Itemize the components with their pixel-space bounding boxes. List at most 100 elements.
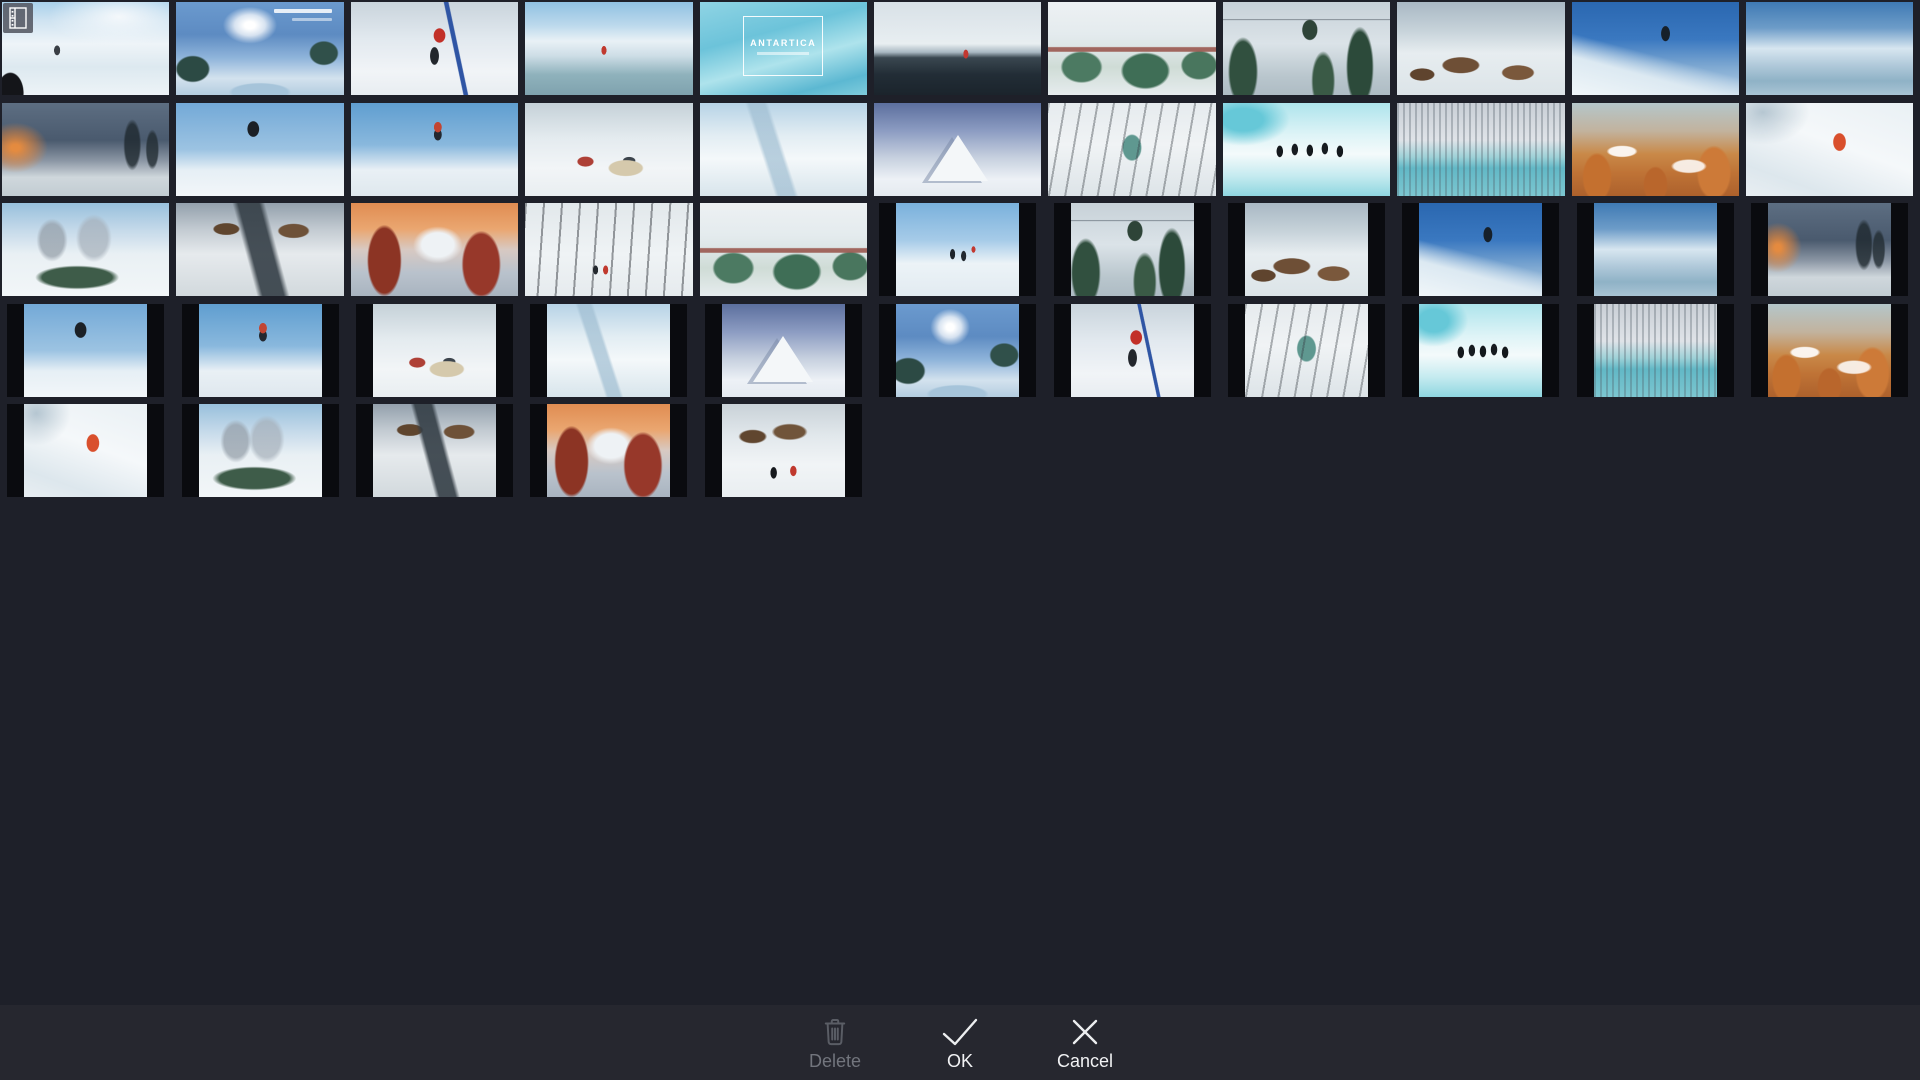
thumbnail-bryce-canyon-snow[interactable] xyxy=(1746,304,1913,397)
thumbnail-frame xyxy=(7,404,164,497)
thumbnail-frame xyxy=(705,404,862,497)
thumbnail-frame xyxy=(1402,304,1559,397)
thumbnail-forest-walkers[interactable] xyxy=(525,203,692,296)
thumbnail-slalom-skier-red[interactable] xyxy=(1048,304,1215,397)
thumbnail-slope-two-skiers[interactable] xyxy=(874,203,1041,296)
castle-through-trees-photo xyxy=(1245,304,1368,397)
sun-over-snowy-trees-photo xyxy=(896,304,1019,397)
bottom-toolbar: Delete OK Cancel xyxy=(0,1005,1920,1080)
mountain-panorama-photo xyxy=(1594,203,1717,296)
thumbnail-frame xyxy=(2,103,169,196)
matterhorn-peak-photo xyxy=(874,103,1041,196)
thumbnail-frame xyxy=(1572,2,1739,95)
thumbnail-snow-covered-cars[interactable] xyxy=(525,103,692,196)
thumbnail-frame xyxy=(874,103,1041,196)
mountain-panorama-photo xyxy=(1746,2,1913,95)
thumbnail-pagoda-sunset[interactable] xyxy=(351,203,518,296)
thumbnail-mountaineer-on-peak[interactable] xyxy=(1572,2,1739,95)
thumbnail-ski-lift-gondola[interactable] xyxy=(1048,203,1215,296)
thumbnail-viaduct-train-fog[interactable] xyxy=(700,203,867,296)
viaduct-train-fog-photo xyxy=(1048,2,1215,95)
thumbnail-snowboarder-jump[interactable] xyxy=(2,304,169,397)
antartica-text-frame: ANTARTICA xyxy=(743,16,823,76)
dolomites-forest-photo xyxy=(2,203,169,296)
thumbnail-matterhorn-peak[interactable] xyxy=(874,103,1041,196)
thumbnail-sunset-snowy-valley[interactable] xyxy=(1746,203,1913,296)
powder-skier-red-photo xyxy=(24,404,147,497)
thumbnail-frame xyxy=(530,304,687,397)
thumbnail-powder-skier-red[interactable] xyxy=(1746,103,1913,196)
thumbnail-matterhorn-peak[interactable] xyxy=(700,304,867,397)
thumbnail-viaduct-train-fog[interactable] xyxy=(1048,2,1215,95)
thumbnail-glacier-pass-hikers[interactable] xyxy=(525,304,692,397)
thumbnail-antartica-iceberg[interactable]: ANTARTICA xyxy=(700,2,867,95)
thumbnail-snowboarder-jump[interactable] xyxy=(176,103,343,196)
thumbnail-village-walkers[interactable] xyxy=(700,404,867,497)
thumbnail-snow-covered-cars[interactable] xyxy=(351,304,518,397)
thumbnail-mountain-panorama[interactable] xyxy=(1572,203,1739,296)
thumbnail-castle-through-trees[interactable] xyxy=(1048,103,1215,196)
thumbnail-frame xyxy=(351,103,518,196)
delete-label: Delete xyxy=(809,1052,861,1070)
thumbnail-ski-lift-gondola[interactable] xyxy=(1223,2,1390,95)
thumbnail-dolomites-forest[interactable] xyxy=(176,404,343,497)
thumbnail-winter-lake-reflection[interactable] xyxy=(874,2,1041,95)
ok-button[interactable]: OK xyxy=(910,1005,1010,1080)
thumbnail-frame xyxy=(1751,304,1908,397)
thumbnail-frame xyxy=(176,2,343,95)
thumbnail-frame xyxy=(700,203,867,296)
thumbnail-sun-over-snowy-trees[interactable] xyxy=(874,304,1041,397)
thumbnail-freestyle-jumper-village[interactable] xyxy=(176,304,343,397)
thumbnail-bryce-canyon-snow[interactable] xyxy=(1572,103,1739,196)
thumbnail-penguins-on-ice[interactable] xyxy=(1223,103,1390,196)
thumbnail-slalom-skier-red[interactable] xyxy=(351,2,518,95)
cancel-button[interactable]: Cancel xyxy=(1035,1005,1135,1080)
delete-button[interactable]: Delete xyxy=(785,1005,885,1080)
freestyle-jumper-village-photo xyxy=(199,304,322,397)
bryce-canyon-snow-photo xyxy=(1572,103,1739,196)
thumbnail-mountain-panorama[interactable] xyxy=(1746,2,1913,95)
thumbnail-frame xyxy=(879,304,1036,397)
thumbnail-sunset-snowy-valley[interactable] xyxy=(2,103,169,196)
thumbnail-dolomites-forest[interactable] xyxy=(2,203,169,296)
mountaineer-on-peak-photo xyxy=(1419,203,1542,296)
check-icon xyxy=(940,1015,980,1047)
mountain-valley-hiker-photo xyxy=(525,2,692,95)
slalom-skier-red-photo xyxy=(351,2,518,95)
sunset-snowy-valley-photo xyxy=(1768,203,1891,296)
thumbnail-freestyle-jumper-village[interactable] xyxy=(351,103,518,196)
thumbnail-pagoda-sunset[interactable] xyxy=(525,404,692,497)
glacier-pass-hikers-photo xyxy=(700,103,867,196)
thumbnail-frame xyxy=(1397,2,1564,95)
thumbnail-alpine-village[interactable] xyxy=(1223,203,1390,296)
thumbnail-frame xyxy=(525,103,692,196)
thumbnail-frame xyxy=(1223,103,1390,196)
thumbnail-frame xyxy=(182,404,339,497)
thumbnail-mountain-valley-hiker[interactable] xyxy=(525,2,692,95)
thumbnail-penguins-on-ice[interactable] xyxy=(1397,304,1564,397)
thumbnail-frozen-forest-lake[interactable] xyxy=(1397,103,1564,196)
sunset-snowy-valley-photo xyxy=(2,103,169,196)
ski-lift-gondola-photo xyxy=(1223,2,1390,95)
thumbnail-castle-through-trees[interactable] xyxy=(1223,304,1390,397)
snow-covered-cars-photo xyxy=(525,103,692,196)
thumbnail-frozen-forest-lake[interactable] xyxy=(1572,304,1739,397)
slope-two-skiers-photo xyxy=(896,203,1019,296)
thumbnail-frame xyxy=(182,304,339,397)
thumbnail-village-river[interactable] xyxy=(176,203,343,296)
thumbnail-mountaineer-on-peak[interactable] xyxy=(1397,203,1564,296)
antartica-iceberg-photo: ANTARTICA xyxy=(700,2,867,95)
village-walkers-photo xyxy=(722,404,845,497)
sun-over-snowy-trees-photo xyxy=(176,2,343,95)
snow-covered-cars-photo xyxy=(373,304,496,397)
thumbnail-ski-slope-skier[interactable] xyxy=(2,2,169,95)
alpine-village-photo xyxy=(1245,203,1368,296)
village-river-photo xyxy=(176,203,343,296)
thumbnail-alpine-village[interactable] xyxy=(1397,2,1564,95)
ok-label: OK xyxy=(947,1052,973,1070)
thumbnail-village-river[interactable] xyxy=(351,404,518,497)
thumbnail-sun-over-snowy-trees[interactable] xyxy=(176,2,343,95)
pagoda-sunset-photo xyxy=(547,404,670,497)
thumbnail-glacier-pass-hikers[interactable] xyxy=(700,103,867,196)
thumbnail-powder-skier-red[interactable] xyxy=(2,404,169,497)
